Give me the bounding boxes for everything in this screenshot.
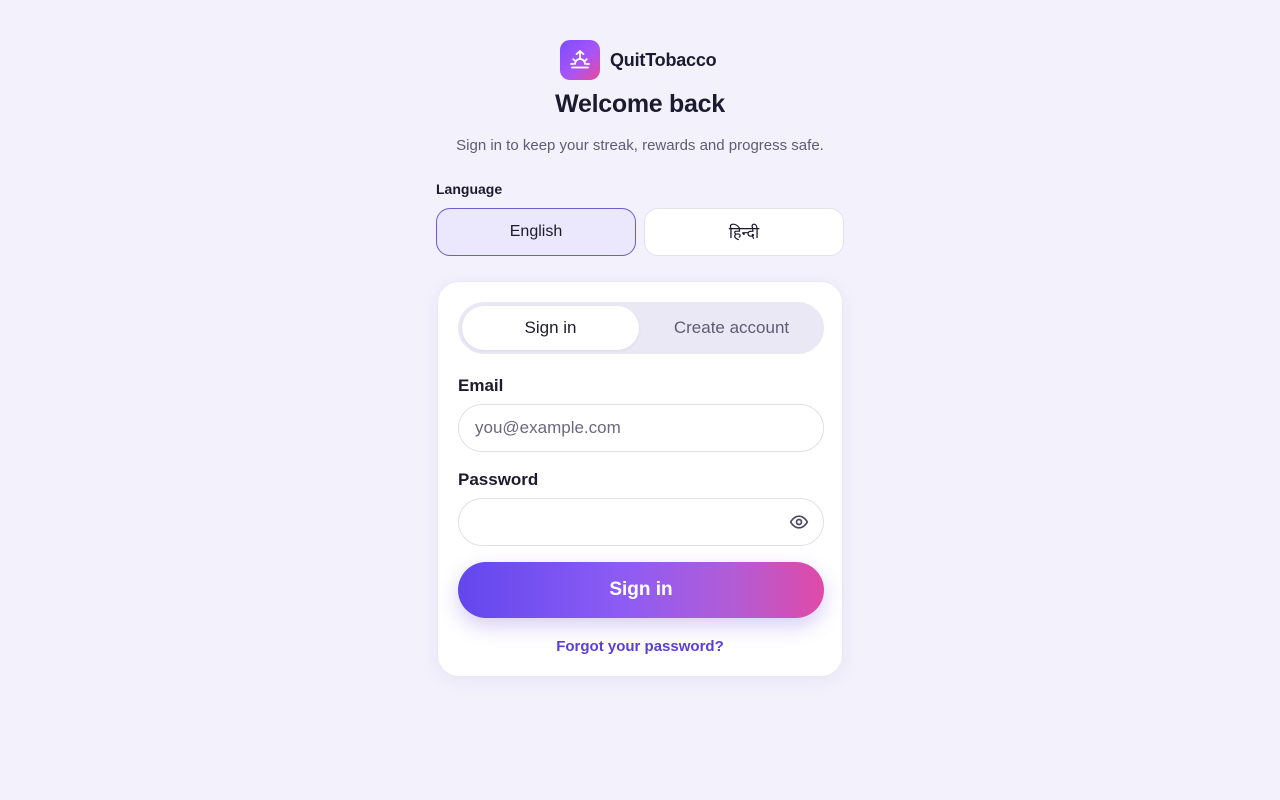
email-label: Email bbox=[458, 376, 504, 395]
language-label: Language bbox=[436, 181, 503, 197]
password-label: Password bbox=[458, 470, 539, 489]
password-field[interactable] bbox=[458, 498, 824, 546]
forgot-password-link[interactable]: Forgot your password? bbox=[438, 638, 842, 655]
eye-icon[interactable] bbox=[788, 512, 810, 532]
brand-header: QuitTobacco bbox=[560, 40, 717, 80]
page-title: Welcome back bbox=[555, 90, 725, 118]
language-option-english[interactable]: English bbox=[436, 208, 636, 256]
sunrise-icon bbox=[560, 40, 600, 80]
page-subtitle: Sign in to keep your streak, rewards and… bbox=[456, 137, 824, 154]
sign-in-button[interactable]: Sign in bbox=[458, 562, 824, 618]
auth-card: Sign in Create account Email Password Si… bbox=[437, 281, 843, 677]
brand-name: QuitTobacco bbox=[610, 49, 717, 70]
auth-tabs: Sign in Create account bbox=[458, 302, 824, 354]
email-field[interactable] bbox=[458, 404, 824, 452]
tab-sign-in[interactable]: Sign in bbox=[462, 306, 639, 350]
language-option-hindi[interactable]: हिन्दी bbox=[644, 208, 844, 256]
tab-create-account[interactable]: Create account bbox=[643, 306, 820, 350]
